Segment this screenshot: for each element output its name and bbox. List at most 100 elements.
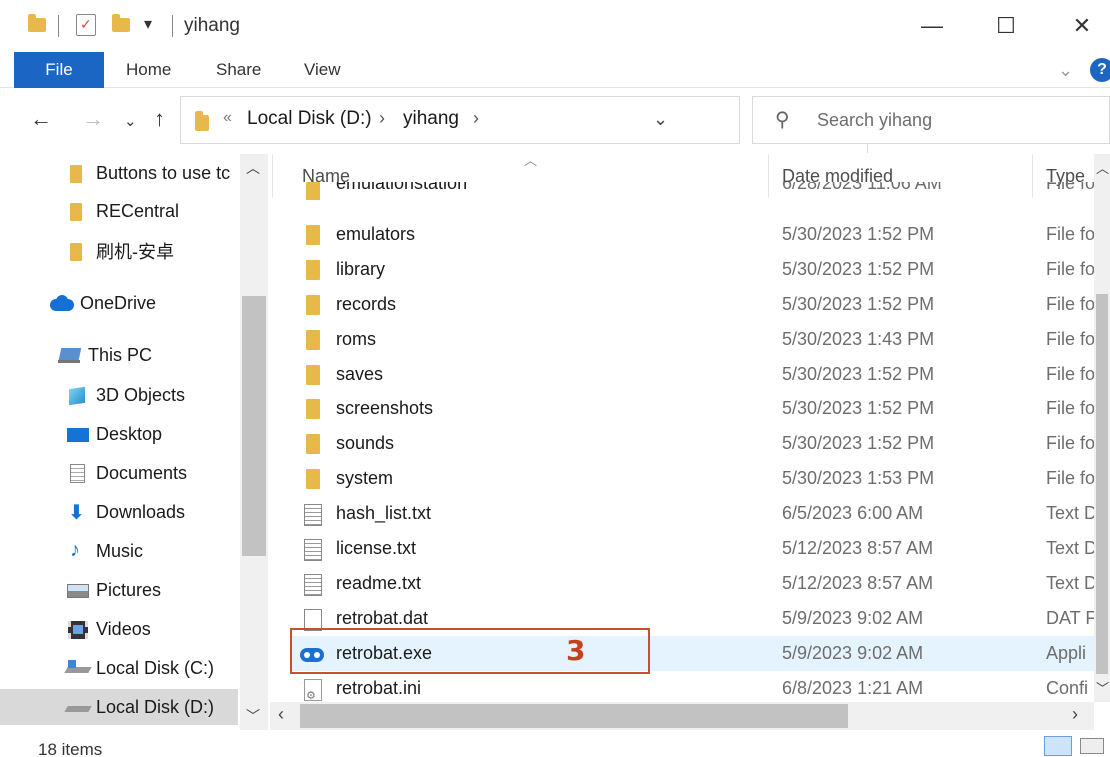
breadcrumb-chevron-icon[interactable]: › — [379, 108, 385, 129]
file-row[interactable]: hash_list.txt 6/5/2023 6:00 AM Text D — [292, 496, 1102, 531]
minimize-button[interactable]: — — [912, 8, 952, 44]
search-box[interactable]: ⚲ Search yihang — [752, 96, 1110, 144]
new-folder-icon[interactable] — [112, 14, 130, 32]
nav-item[interactable]: This PC — [0, 337, 238, 373]
file-name: library — [336, 259, 386, 279]
text-file-icon — [304, 503, 322, 526]
breadcrumb-overflow[interactable]: « — [223, 109, 232, 127]
file-row[interactable]: emulationstation 6/28/2023 11:06 AM File f… — [292, 182, 1102, 200]
annotation-number: 3 — [566, 634, 586, 667]
folder-icon — [304, 468, 322, 489]
nav-item[interactable]: Local Disk (D:) — [0, 689, 238, 725]
file-row[interactable]: license.txt 5/12/2023 8:57 AM Text D — [292, 531, 1102, 566]
horizontal-scrollbar-thumb[interactable] — [300, 704, 848, 728]
file-type: File fo — [1046, 329, 1096, 349]
nav-item[interactable]: Documents — [0, 455, 238, 491]
forward-button[interactable]: → — [82, 106, 104, 132]
file-row[interactable]: records 5/30/2023 1:52 PM File fo — [292, 287, 1102, 322]
breadcrumb-local-disk-d[interactable]: Local Disk (D:) — [247, 108, 372, 130]
file-type: Text D — [1046, 503, 1098, 523]
file-type: DAT F — [1046, 608, 1097, 628]
file-row[interactable]: emulators 5/30/2023 1:52 PM File fo — [292, 217, 1102, 252]
breadcrumb-chevron-icon[interactable]: › — [473, 108, 479, 129]
help-button[interactable]: ? — [1090, 58, 1110, 82]
nav-item-label: Desktop — [96, 423, 163, 444]
nav-item[interactable]: ♪ Music — [0, 533, 238, 569]
folder-icon — [28, 14, 46, 32]
search-icon: ⚲ — [775, 109, 790, 131]
tab-view[interactable]: View — [304, 52, 341, 88]
nav-item[interactable]: Local Disk (C:) — [0, 650, 238, 686]
nav-item[interactable]: Buttons to use tc — [0, 155, 238, 191]
nav-scroll-up-icon[interactable]: ︿ — [246, 158, 260, 178]
file-list: Name ︿ Date modified Type emulationstati… — [270, 154, 1110, 702]
scroll-down-icon[interactable]: ﹀ — [1096, 678, 1109, 697]
tab-home[interactable]: Home — [126, 52, 171, 88]
annotation-box — [290, 628, 650, 674]
scroll-right-icon[interactable]: › — [1072, 704, 1078, 725]
file-date-modified: 6/8/2023 1:21 AM — [782, 678, 924, 698]
text-file-icon — [304, 573, 322, 596]
tab-share[interactable]: Share — [216, 52, 261, 88]
folder-icon — [304, 182, 322, 200]
nav-scroll-down-icon[interactable]: ﹀ — [246, 706, 260, 726]
details-view-icon[interactable] — [1044, 736, 1072, 756]
quick-access-dropdown-icon[interactable]: ▾ — [144, 14, 152, 34]
file-row[interactable]: screenshots 5/30/2023 1:52 PM File fo — [292, 391, 1102, 426]
maximize-button[interactable]: ☐ — [986, 8, 1026, 44]
nav-item[interactable]: Pictures — [0, 572, 238, 608]
nav-item[interactable]: Videos — [0, 611, 238, 647]
folder-icon — [304, 224, 322, 245]
nav-item[interactable]: 刷机-安卓 — [0, 233, 238, 269]
file-type: File fo — [1046, 224, 1096, 244]
file-type: File fo — [1046, 468, 1096, 488]
file-row[interactable]: readme.txt 5/12/2023 8:57 AM Text D — [292, 566, 1102, 601]
address-bar[interactable]: « Local Disk (D:) › yihang › ⌄ ↻ — [180, 96, 903, 153]
file-row[interactable]: roms 5/30/2023 1:43 PM File fo — [292, 322, 1102, 357]
vertical-scrollbar-thumb[interactable] — [1096, 294, 1108, 674]
nav-item[interactable]: OneDrive — [0, 285, 238, 321]
nav-item[interactable]: ⬇ Downloads — [0, 494, 238, 530]
file-name: hash_list.txt — [336, 503, 432, 523]
file-row[interactable]: system 5/30/2023 1:53 PM File fo — [292, 461, 1102, 496]
drive-icon — [64, 697, 92, 717]
scroll-up-icon[interactable]: ︿ — [1096, 158, 1109, 177]
file-row[interactable]: ⚙ retrobat.ini 6/8/2023 1:21 AM Confi — [292, 671, 1102, 702]
nav-item[interactable]: Desktop — [0, 416, 238, 452]
properties-icon[interactable]: ✓ — [76, 14, 96, 36]
up-button[interactable]: ↑ — [154, 106, 165, 132]
tab-file[interactable]: File — [14, 52, 104, 88]
file-type: File fo — [1046, 398, 1096, 418]
file-row[interactable]: sounds 5/30/2023 1:52 PM File fo — [292, 426, 1102, 461]
file-type: File fo — [1046, 433, 1096, 453]
pictures-icon — [66, 580, 89, 600]
nav-item-label: 3D Objects — [96, 384, 186, 405]
file-type: Text D — [1046, 538, 1098, 558]
nav-item-label: Videos — [96, 618, 151, 639]
folder-icon — [195, 111, 209, 131]
desktop-icon — [66, 424, 89, 444]
nav-scrollbar-thumb[interactable] — [242, 296, 266, 556]
folder-icon — [66, 163, 88, 183]
nav-item-label: 刷机-安卓 — [96, 242, 174, 262]
scroll-left-icon[interactable]: ‹ — [278, 704, 284, 725]
nav-item[interactable]: RECentral — [0, 193, 238, 229]
file-date-modified: 5/12/2023 8:57 AM — [782, 573, 934, 593]
folder-icon — [304, 364, 322, 385]
large-icons-view-icon[interactable] — [1080, 738, 1104, 754]
file-type: File fo — [1046, 182, 1096, 193]
search-input[interactable]: Search yihang — [817, 110, 932, 131]
file-name: records — [336, 294, 397, 314]
file-row[interactable]: saves 5/30/2023 1:52 PM File fo — [292, 357, 1102, 392]
file-type: File fo — [1046, 364, 1096, 384]
ribbon-expand-icon[interactable]: ⌄ — [1058, 60, 1073, 81]
nav-item[interactable]: 3D Objects — [0, 377, 238, 413]
address-dropdown-icon[interactable]: ⌄ — [653, 109, 668, 130]
file-row[interactable]: library 5/30/2023 1:52 PM File fo — [292, 252, 1102, 287]
breadcrumb-yihang[interactable]: yihang — [403, 108, 459, 130]
recent-locations-icon[interactable]: ⌄ — [124, 112, 137, 130]
close-button[interactable]: ✕ — [1062, 8, 1102, 44]
text-file-icon — [304, 538, 322, 561]
cube-icon — [66, 385, 88, 406]
back-button[interactable]: ← — [30, 106, 52, 132]
